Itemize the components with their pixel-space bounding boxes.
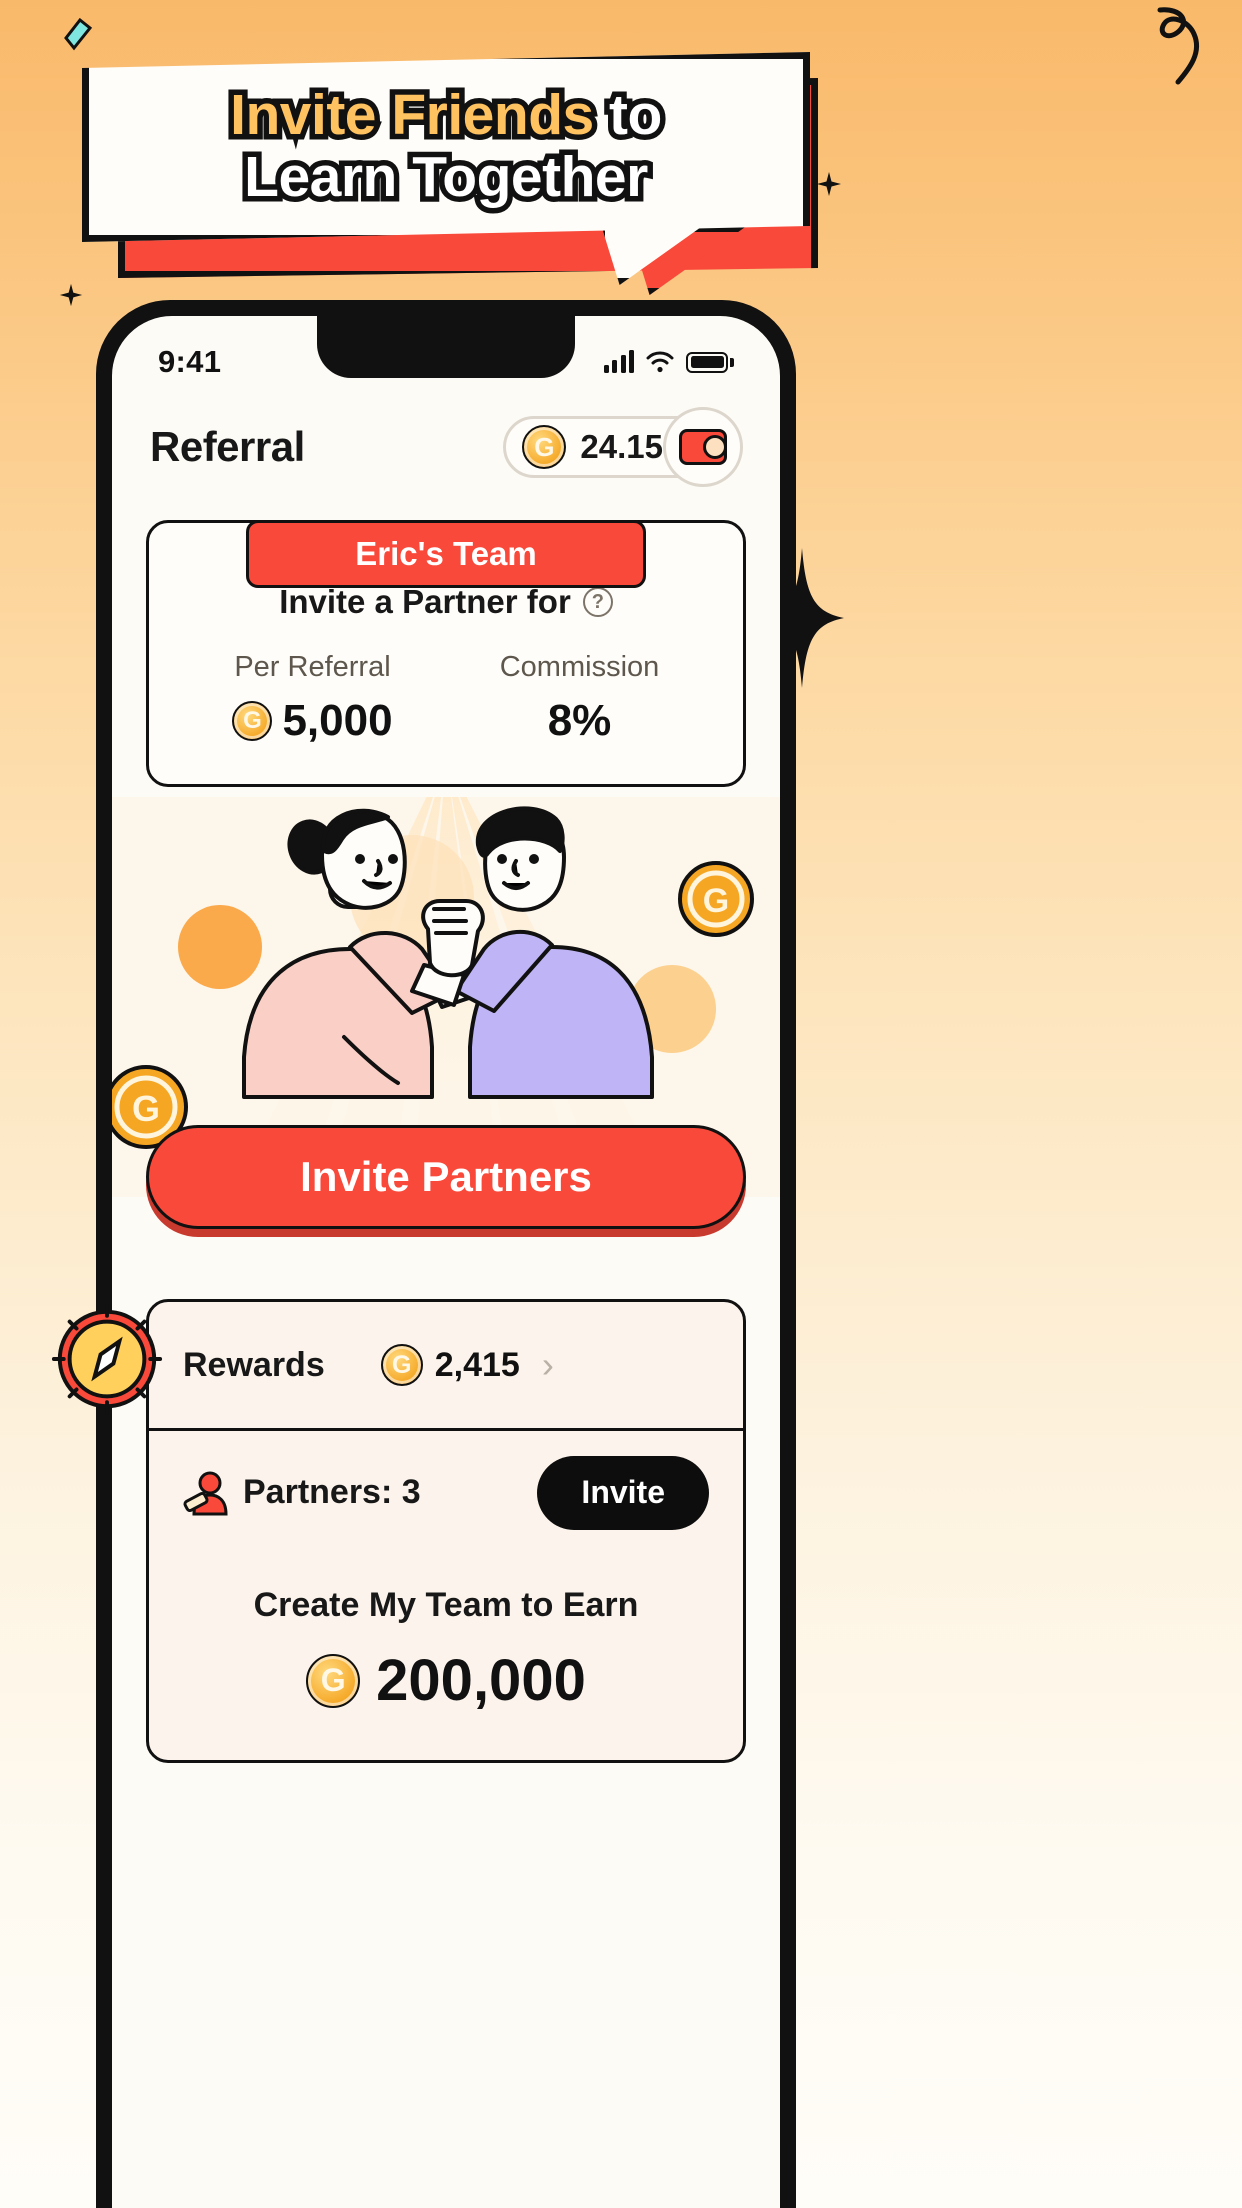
rewards-value: 2,415 bbox=[434, 1345, 520, 1384]
banner-line-2: Learn Together bbox=[239, 141, 654, 213]
status-clock: 9:41 bbox=[158, 344, 222, 379]
phone-mockup: 9:41 Referral G 24.15 Eric's Team Invite… bbox=[96, 300, 796, 2208]
invite-button-label: Invite bbox=[581, 1474, 665, 1510]
banner-highlight-text: Invite Friends bbox=[225, 79, 600, 152]
banner-line-1: Invite Friends to bbox=[225, 79, 668, 152]
cta-wrapper: Invite Partners bbox=[146, 1125, 746, 1229]
rewards-value-group: G 2,415 › bbox=[380, 1344, 554, 1386]
coin-icon: G bbox=[306, 1653, 361, 1708]
stat-label: Per Referral bbox=[234, 651, 391, 683]
balance-value: 24.15 bbox=[580, 428, 663, 465]
phone-notch bbox=[317, 316, 575, 378]
wallet-button[interactable] bbox=[663, 407, 743, 487]
rewards-label: Rewards bbox=[183, 1345, 325, 1384]
app-header: Referral G 24.15 bbox=[112, 394, 780, 487]
rewards-row[interactable]: Rewards G 2,415 › bbox=[149, 1302, 743, 1428]
team-name-label: Eric's Team bbox=[355, 535, 537, 572]
promo-banner: Invite Friends to Learn Together bbox=[0, 0, 1242, 330]
invite-subtitle-row: Invite a Partner for ? bbox=[179, 583, 713, 621]
stat-value: 8% bbox=[547, 696, 612, 745]
referral-list-card: Rewards G 2,415 › Partners: 3 Invite Cre… bbox=[146, 1299, 746, 1763]
stat-value: 5,000 bbox=[282, 696, 393, 745]
create-team-title: Create My Team to Earn bbox=[253, 1586, 639, 1624]
partners-row: Partners: 3 Invite bbox=[149, 1428, 743, 1554]
wallet-balance-pill[interactable]: G 24.15 bbox=[503, 407, 743, 487]
battery-icon bbox=[686, 351, 734, 373]
question-mark-icon[interactable]: ? bbox=[582, 587, 613, 617]
invite-partners-button[interactable]: Invite Partners bbox=[146, 1125, 746, 1229]
wifi-icon bbox=[646, 351, 674, 373]
invite-partners-label: Invite Partners bbox=[300, 1153, 592, 1200]
stats-row: Per Referral G 5,000 Commission 8% bbox=[179, 651, 713, 746]
wallet-icon bbox=[679, 429, 727, 465]
coin-icon: G bbox=[522, 425, 567, 469]
page-title: Referral bbox=[150, 423, 305, 470]
create-team-block: Create My Team to Earn G 200,000 bbox=[149, 1554, 743, 1760]
team-card-wrapper: Eric's Team Invite a Partner for ? Per R… bbox=[146, 520, 746, 787]
partners-icon bbox=[183, 1471, 228, 1515]
svg-text:G: G bbox=[703, 882, 729, 920]
compass-badge-icon bbox=[51, 1303, 163, 1415]
coin-icon: G bbox=[232, 701, 273, 741]
create-team-value: 200,000 bbox=[376, 1648, 586, 1713]
partners-label: Partners: 3 bbox=[243, 1473, 421, 1511]
signal-bars-icon bbox=[603, 350, 634, 373]
phone-screen: 9:41 Referral G 24.15 Eric's Team Invite… bbox=[112, 316, 780, 2208]
invite-button[interactable]: Invite bbox=[537, 1455, 709, 1530]
stat-per-referral: Per Referral G 5,000 bbox=[179, 651, 446, 746]
coin-icon: G bbox=[380, 1344, 423, 1386]
banner-line1-rest: to bbox=[593, 79, 668, 152]
stat-value-row: G 5,000 bbox=[179, 696, 446, 746]
stat-value-row: 8% bbox=[446, 696, 713, 746]
team-name-tab[interactable]: Eric's Team bbox=[246, 520, 646, 588]
banner-body: Invite Friends to Learn Together bbox=[82, 52, 810, 242]
stat-commission: Commission 8% bbox=[446, 651, 713, 746]
svg-text:G: G bbox=[132, 1088, 160, 1129]
create-team-value-row: G 200,000 bbox=[149, 1647, 743, 1714]
invite-subtitle: Invite a Partner for bbox=[279, 583, 571, 620]
chevron-right-icon: › bbox=[541, 1344, 554, 1385]
stat-label: Commission bbox=[499, 651, 660, 683]
